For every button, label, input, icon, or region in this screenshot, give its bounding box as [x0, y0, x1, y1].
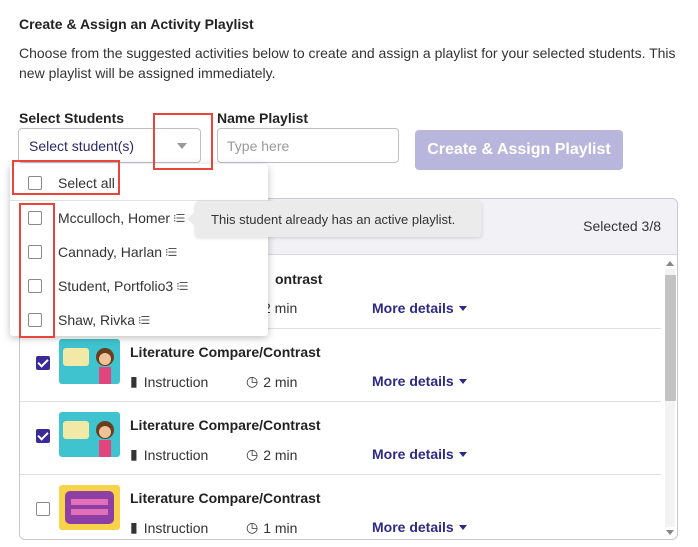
more-details-link[interactable]: More details	[372, 373, 467, 389]
highlight-select-all	[12, 160, 120, 195]
book-icon: ▮	[130, 446, 138, 462]
table-row[interactable]: Literature Compare/Contrast ▮ Instruction…	[20, 402, 661, 475]
row-title: ontrast	[275, 271, 323, 287]
clock-icon: ◷	[246, 519, 259, 535]
row-checkbox[interactable]	[36, 502, 50, 516]
playlist-icon: ⁝☰	[165, 246, 177, 259]
table-row[interactable]: Literature Compare/Contrast ▮ Instruction…	[20, 329, 661, 402]
table-scrollbar[interactable]	[663, 259, 676, 537]
activity-thumbnail	[59, 412, 120, 457]
activity-thumbnail	[59, 485, 120, 530]
row-title: Literature Compare/Contrast	[130, 417, 321, 433]
playlist-label: Name Playlist	[217, 110, 309, 126]
caret-down-icon	[458, 524, 467, 530]
row-type: ▮ Instruction	[130, 519, 209, 536]
row-title: Literature Compare/Contrast	[130, 490, 321, 506]
row-type: ▮ Instruction	[130, 373, 209, 390]
students-label: Select Students	[19, 110, 125, 126]
row-time: ◷ 1 min	[246, 519, 298, 536]
book-icon: ▮	[130, 519, 138, 535]
clock-icon: ◷	[246, 446, 259, 462]
selected-count: Selected 3/8	[583, 218, 661, 234]
page-description: Choose from the suggested activities bel…	[19, 45, 676, 81]
caret-down-icon	[458, 378, 467, 384]
student-name: Mcculloch, Homer ⁝☰	[58, 210, 185, 226]
more-details-link[interactable]: More details	[372, 300, 467, 316]
row-checkbox[interactable]	[36, 356, 50, 370]
page-title: Create & Assign an Activity Playlist	[19, 16, 254, 32]
playlist-name-input[interactable]	[217, 128, 399, 163]
row-time: ◷ 2 min	[246, 446, 298, 463]
row-time: 2 min	[263, 300, 298, 316]
scroll-up-icon[interactable]	[666, 261, 674, 266]
row-title: Literature Compare/Contrast	[130, 344, 321, 360]
table-row[interactable]: Literature Compare/Contrast ▮ Instruction…	[20, 475, 661, 539]
highlight-dropdown-toggle	[153, 113, 213, 170]
caret-down-icon	[458, 305, 467, 311]
playlist-icon: ⁝☰	[176, 280, 188, 293]
more-details-link[interactable]: More details	[372, 446, 467, 462]
active-playlist-tooltip: This student already has an active playl…	[187, 201, 482, 237]
student-name: Cannady, Harlan ⁝☰	[58, 244, 177, 260]
more-details-link[interactable]: More details	[372, 519, 467, 535]
student-select-value: Select student(s)	[29, 137, 135, 154]
student-name: Student, Portfolio3 ⁝☰	[58, 278, 189, 294]
create-assign-button[interactable]: Create & Assign Playlist	[415, 130, 623, 170]
highlight-student-checkboxes	[19, 203, 55, 338]
row-type: ▮ Instruction	[130, 446, 209, 463]
scroll-down-icon[interactable]	[666, 530, 674, 535]
scroll-thumb[interactable]	[665, 275, 676, 401]
book-icon: ▮	[130, 373, 138, 389]
row-checkbox[interactable]	[36, 429, 50, 443]
student-name: Shaw, Rivka ⁝☰	[58, 312, 150, 328]
caret-down-icon	[458, 451, 467, 457]
clock-icon: ◷	[246, 373, 259, 389]
row-time: ◷ 2 min	[246, 373, 298, 390]
playlist-icon: ⁝☰	[138, 314, 150, 327]
playlist-icon: ⁝☰	[173, 212, 185, 225]
activity-thumbnail	[59, 339, 120, 384]
